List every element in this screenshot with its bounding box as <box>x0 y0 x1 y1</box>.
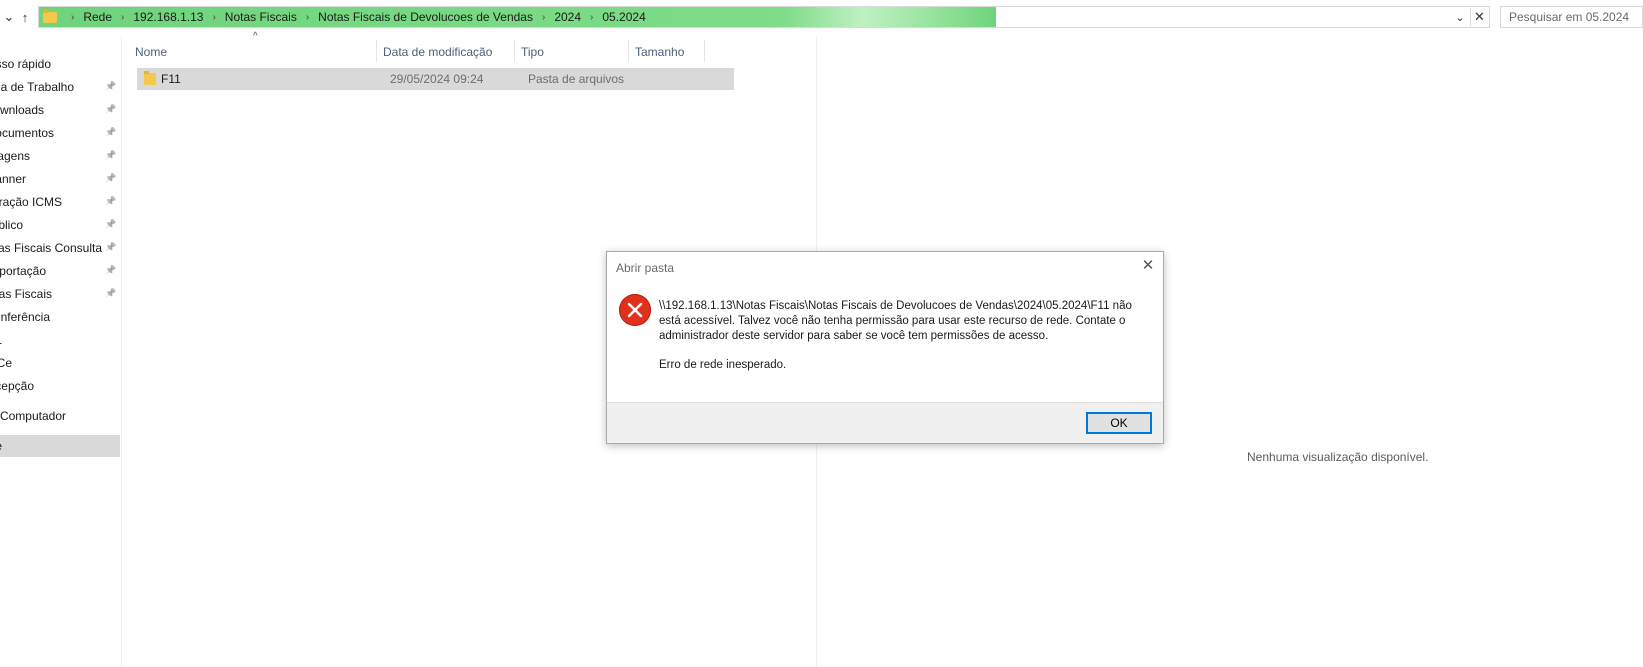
folder-icon <box>43 9 57 23</box>
sidebar-item[interactable]: e <box>0 435 120 457</box>
sidebar-item-label: otas Fiscais <box>0 287 52 301</box>
pin-icon[interactable]: 📌 <box>105 196 116 208</box>
dialog-body: \\192.168.1.13\Notas Fiscais\Notas Fisca… <box>659 299 1149 373</box>
error-icon <box>619 294 651 326</box>
sidebar-item[interactable]: Ce <box>0 352 120 374</box>
sidebar-item[interactable]: otas Fiscais 📌 <box>0 283 120 305</box>
folder-icon <box>144 71 156 85</box>
file-row-f11[interactable]: F11 29/05/2024 09:24 Pasta de arquivos <box>137 68 734 90</box>
breadcrumb-rede[interactable]: Rede <box>82 10 113 24</box>
chevron-right-icon[interactable]: › <box>71 12 74 23</box>
dialog-footer: OK <box>607 402 1163 443</box>
address-toolbar: ⌄ ↑ › Rede › 192.168.1.13 › Notas Fiscai… <box>0 0 1643 36</box>
sidebar-item-label: blico <box>0 218 23 232</box>
column-header-date[interactable]: Data de modificação <box>377 40 515 62</box>
sidebar-item[interactable]: otas Fiscais Consulta📌 <box>0 237 120 259</box>
chevron-right-icon[interactable]: › <box>542 12 545 23</box>
sidebar-item-label: 1 <box>0 333 2 347</box>
sidebar-item-label: Ce <box>0 356 12 370</box>
sidebar-item-label: cepção <box>0 379 34 393</box>
chevron-right-icon[interactable]: › <box>212 12 215 23</box>
pin-icon[interactable]: 📌 <box>105 288 116 300</box>
stop-loading-icon[interactable]: ✕ <box>1470 8 1488 26</box>
sidebar-item-label: ea de Trabalho <box>0 80 74 94</box>
file-name: F11 <box>161 72 181 86</box>
sidebar-item-label: portação <box>0 264 46 278</box>
sidebar-item[interactable]: sso rápido <box>0 53 120 75</box>
dialog-message: \\192.168.1.13\Notas Fiscais\Notas Fisca… <box>659 300 1132 342</box>
preview-message: Nenhuma visualização disponível. <box>1247 450 1429 464</box>
error-dialog: Abrir pasta ✕ \\192.168.1.13\Notas Fisca… <box>606 251 1164 444</box>
column-header-size[interactable]: Tamanho <box>629 40 705 62</box>
sidebar-item[interactable]: anner 📌 <box>0 168 120 190</box>
pin-icon[interactable]: 📌 <box>105 127 116 139</box>
dialog-title: Abrir pasta <box>616 261 675 275</box>
file-date: 29/05/2024 09:24 <box>390 72 484 86</box>
sidebar-item-label: otas Fiscais Consulta <box>0 241 102 255</box>
pin-icon[interactable]: 📌 <box>105 242 116 254</box>
chevron-right-icon[interactable]: › <box>121 12 124 23</box>
sidebar-item[interactable]: ocumentos 📌 <box>0 122 120 144</box>
sidebar-item[interactable]: agens 📌 <box>0 145 120 167</box>
address-bar[interactable]: › Rede › 192.168.1.13 › Notas Fiscais › … <box>38 6 1490 28</box>
sidebar-item-label: Computador <box>0 409 66 423</box>
close-icon[interactable]: ✕ <box>1139 256 1157 274</box>
sidebar-item[interactable]: Computador <box>0 405 120 427</box>
recent-locations-icon[interactable]: ⌄ <box>2 8 16 26</box>
sidebar-item[interactable]: nferência <box>0 306 120 328</box>
sidebar-item[interactable]: cepção <box>0 375 120 397</box>
breadcrumb-year[interactable]: 2024 <box>553 10 582 24</box>
sidebar-item[interactable]: wnloads 📌 <box>0 99 120 121</box>
sidebar-item-label: e <box>0 439 2 453</box>
sidebar-item-label: agens <box>0 149 30 163</box>
breadcrumb: › Rede › 192.168.1.13 › Notas Fiscais › … <box>39 7 647 27</box>
up-arrow-icon[interactable]: ↑ <box>18 8 32 26</box>
sidebar-item[interactable]: uração ICMS 📌 <box>0 191 120 213</box>
sidebar-item[interactable]: 1 <box>0 329 120 351</box>
pin-icon[interactable]: 📌 <box>105 150 116 162</box>
column-header-name[interactable]: Nome <box>129 40 377 62</box>
sidebar-item-label: wnloads <box>0 103 44 117</box>
pin-icon[interactable]: 📌 <box>105 219 116 231</box>
sidebar-item-label: nferência <box>0 310 50 324</box>
sidebar-item-label: uração ICMS <box>0 195 62 209</box>
pin-icon[interactable]: 📌 <box>105 81 116 93</box>
chevron-down-icon[interactable]: ⌄ <box>1453 10 1467 24</box>
sidebar-item[interactable]: blico 📌 <box>0 214 120 236</box>
breadcrumb-month[interactable]: 05.2024 <box>601 10 646 24</box>
search-input[interactable]: Pesquisar em 05.2024 <box>1500 6 1643 28</box>
dialog-detail: Erro de rede inesperado. <box>659 359 787 371</box>
column-header-type[interactable]: Tipo <box>515 40 629 62</box>
sidebar-item-label: sso rápido <box>0 57 51 71</box>
chevron-right-icon[interactable]: › <box>590 12 593 23</box>
chevron-right-icon[interactable]: › <box>306 12 309 23</box>
pin-icon[interactable]: 📌 <box>105 173 116 185</box>
pin-icon[interactable]: 📌 <box>105 104 116 116</box>
sidebar-item[interactable]: ea de Trabalho 📌 <box>0 76 120 98</box>
file-type: Pasta de arquivos <box>528 72 625 86</box>
sidebar-item-label: ocumentos <box>0 126 54 140</box>
navigation-pane: sso rápido ea de Trabalho 📌 wnloads 📌 ocument… <box>0 36 122 667</box>
breadcrumb-devolucoes[interactable]: Notas Fiscais de Devolucoes de Vendas <box>317 10 534 24</box>
sidebar-item[interactable]: portação 📌 <box>0 260 120 282</box>
sidebar-item-label: anner <box>0 172 26 186</box>
ok-button[interactable]: OK <box>1086 412 1152 434</box>
breadcrumb-server[interactable]: 192.168.1.13 <box>132 10 204 24</box>
pin-icon[interactable]: 📌 <box>105 265 116 277</box>
breadcrumb-notas-fiscais[interactable]: Notas Fiscais <box>224 10 298 24</box>
